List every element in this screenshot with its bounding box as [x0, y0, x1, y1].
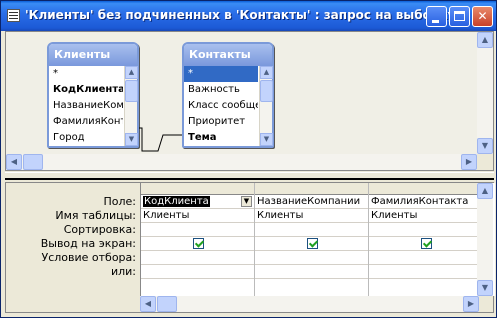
- design-grid-horizontal-scrollbar[interactable]: ◀ ▶: [140, 296, 479, 312]
- or-cell[interactable]: [255, 265, 368, 279]
- field-cell-value[interactable]: КодКлиента: [143, 196, 210, 207]
- table-cell[interactable]: Клиенты: [369, 209, 482, 223]
- table-pane-horizontal-scrollbar[interactable]: ◀ ▶: [6, 154, 477, 170]
- table-pane-canvas: Клиенты *КодКлиентаНазваниеКомпанииФамил…: [6, 32, 477, 154]
- field-list-kontakty[interactable]: Контакты *ВажностьКласс сообщенияПриорит…: [182, 42, 274, 148]
- grid-column[interactable]: ФамилияКонтакта Клиенты: [369, 183, 483, 296]
- grid-row-label: Имя таблицы:: [55, 209, 136, 222]
- sort-cell[interactable]: [141, 223, 254, 237]
- scroll-down-icon[interactable]: ▼: [260, 133, 273, 146]
- scroll-thumb[interactable]: [23, 154, 43, 170]
- grid-row-label: или:: [110, 265, 136, 278]
- table-pane-vertical-scrollbar[interactable]: ▲ ▼: [477, 32, 493, 154]
- column-selector[interactable]: [255, 183, 368, 195]
- field-cell[interactable]: КодКлиента ▼: [141, 195, 254, 209]
- field-item[interactable]: *: [184, 66, 258, 82]
- query-design-window: 'Клиенты' без подчиненных в 'Контакты' :…: [0, 0, 497, 318]
- window-title: 'Клиенты' без подчиненных в 'Контакты' :…: [25, 8, 456, 22]
- field-list-body: *ВажностьКласс сообщенияПриоритетТема ▲ …: [184, 66, 273, 146]
- design-grid: КодКлиента ▼ Клиенты НазваниеКомпании Клиент…: [140, 183, 495, 296]
- show-checkbox-cell[interactable]: [255, 237, 368, 251]
- sort-cell[interactable]: [369, 223, 482, 237]
- chevron-down-icon[interactable]: ▼: [241, 196, 252, 207]
- query-window-icon[interactable]: [7, 9, 20, 22]
- table-cell[interactable]: Клиенты: [255, 209, 368, 223]
- table-cell[interactable]: Клиенты: [141, 209, 254, 223]
- criteria-cell[interactable]: [141, 251, 254, 265]
- show-checkbox[interactable]: [307, 238, 318, 249]
- minimize-icon: [432, 20, 439, 23]
- maximize-icon: [454, 11, 465, 21]
- maximize-button[interactable]: [449, 6, 470, 27]
- title-bar[interactable]: 'Клиенты' без подчиненных в 'Контакты' :…: [1, 1, 496, 31]
- field-item[interactable]: Приоритет: [184, 114, 258, 130]
- or-cell[interactable]: [141, 265, 254, 279]
- scroll-thumb[interactable]: [157, 296, 177, 312]
- scroll-right-icon[interactable]: ▶: [463, 296, 479, 312]
- field-cell[interactable]: НазваниеКомпании: [255, 195, 368, 209]
- grid-row-label: Вывод на экран:: [40, 237, 136, 250]
- close-button[interactable]: ✕: [472, 6, 493, 27]
- sort-cell[interactable]: [255, 223, 368, 237]
- show-checkbox[interactable]: [193, 238, 204, 249]
- scroll-left-icon[interactable]: ◀: [140, 296, 156, 312]
- scroll-up-icon[interactable]: ▲: [477, 183, 493, 199]
- or-cell[interactable]: [369, 265, 482, 279]
- close-icon: ✕: [477, 9, 488, 23]
- scroll-left-icon[interactable]: ◀: [6, 154, 22, 170]
- scroll-thumb[interactable]: [260, 80, 273, 102]
- grid-column[interactable]: КодКлиента ▼ Клиенты: [141, 183, 255, 296]
- field-list-title[interactable]: Контакты: [184, 44, 272, 66]
- grid-row-label: Сортировка:: [63, 223, 136, 236]
- scroll-down-icon[interactable]: ▼: [477, 280, 493, 296]
- field-item[interactable]: Тема: [184, 130, 258, 146]
- scroll-up-icon[interactable]: ▲: [260, 66, 273, 79]
- scroll-up-icon[interactable]: ▲: [477, 32, 493, 48]
- field-list-scrollbar[interactable]: ▲ ▼: [259, 66, 273, 146]
- scroll-right-icon[interactable]: ▶: [461, 154, 477, 170]
- show-checkbox-cell[interactable]: [141, 237, 254, 251]
- show-checkbox-cell[interactable]: [369, 237, 482, 251]
- pane-splitter[interactable]: [5, 172, 494, 180]
- grid-row-label: Поле:: [103, 195, 136, 208]
- column-selector[interactable]: [369, 183, 482, 195]
- scrollbar-corner: [477, 154, 493, 170]
- grid-row-label: Условие отбора:: [41, 251, 137, 264]
- grid-row-labels: Поле: Имя таблицы: Сортировка: Вывод на экр…: [6, 195, 140, 279]
- column-selector[interactable]: [141, 183, 254, 195]
- field-item[interactable]: Класс сообщения: [184, 98, 258, 114]
- grid-column[interactable]: НазваниеКомпании Клиенты: [255, 183, 369, 296]
- scroll-down-icon[interactable]: ▼: [477, 138, 493, 154]
- show-checkbox[interactable]: [421, 238, 432, 249]
- design-grid-pane: Поле: Имя таблицы: Сортировка: Вывод на экр…: [5, 182, 495, 313]
- minimize-button[interactable]: [426, 6, 447, 27]
- design-grid-vertical-scrollbar[interactable]: ▲ ▼: [477, 183, 493, 296]
- field-cell[interactable]: ФамилияКонтакта: [369, 195, 482, 209]
- criteria-cell[interactable]: [369, 251, 482, 265]
- criteria-cell[interactable]: [255, 251, 368, 265]
- table-pane[interactable]: Клиенты *КодКлиентаНазваниеКомпанииФамил…: [5, 31, 494, 171]
- field-item[interactable]: Важность: [184, 82, 258, 98]
